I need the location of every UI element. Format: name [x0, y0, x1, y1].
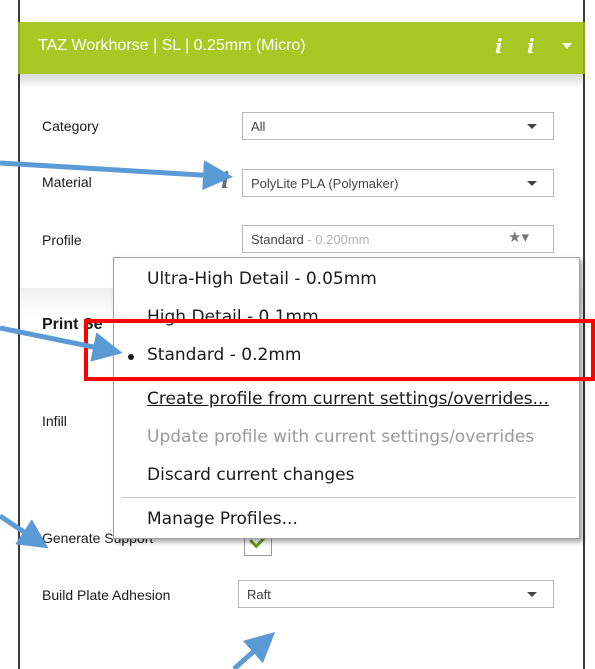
arrow-to-standard-item: [0, 325, 123, 362]
arrow-to-build-plate-select: [232, 631, 276, 669]
arrow-to-material-info: [0, 160, 233, 191]
annotation-arrows: [0, 160, 276, 669]
arrow-to-generate-support: [0, 513, 49, 549]
